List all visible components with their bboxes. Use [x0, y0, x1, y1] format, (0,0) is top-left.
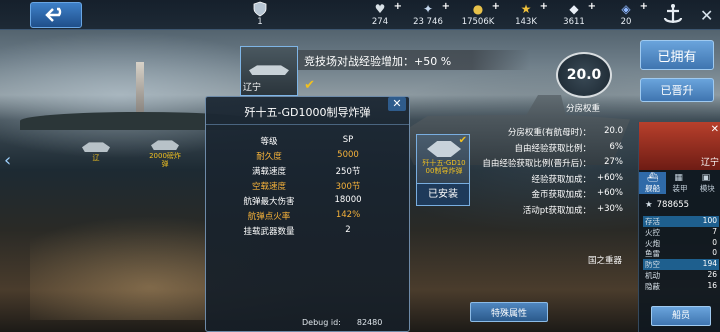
installed-button[interactable]: 已安装 [417, 183, 469, 205]
tab-module[interactable]: ▣ 模块 [694, 172, 720, 194]
sp-value: 20.0 [566, 67, 602, 83]
attribute-list: 存活 100 火控 7 火炮 0 鱼雷 0 防空 194 机动 26 隐蔽 16 [643, 216, 719, 292]
attribute-row: 隐蔽 16 [645, 280, 717, 291]
plus-icon[interactable]: + [640, 1, 648, 12]
checkmark-icon: ✔ [458, 135, 467, 146]
crew-button[interactable]: 船员 [651, 306, 711, 326]
ship-marker[interactable]: 辽 [76, 140, 116, 162]
crystal-icon: ◈ [621, 2, 631, 16]
ship-class-label: 国之重器 [588, 256, 623, 266]
bonus-row: 自由经验获取比例(晋升后)： 27% [482, 157, 623, 169]
combat-rating: ★ 788655 [645, 200, 690, 210]
lighthouse [136, 62, 144, 112]
attribute-row: 火控 7 [645, 226, 717, 237]
stat-row: 航弹点火率 142% [247, 210, 361, 222]
aircraft-icon [427, 141, 461, 157]
diamond-icon: ◆ [569, 2, 579, 16]
stat-row: 挂载武器数量 2 [243, 225, 351, 237]
popup-title: 歼十五-GD1000制导炸弹 [206, 97, 409, 125]
plus-icon[interactable]: + [588, 1, 596, 12]
ship-marker[interactable]: 2000磅炸 弹 [140, 138, 190, 168]
ship-thumbnail[interactable]: ✕ 辽宁 [639, 122, 720, 170]
ship-info-panel: ✕ 辽宁 ⛴ 舰船 ▦ 装甲 ▣ 模块 ★ 788655 存活 100 火控 7 火炮 0 鱼… [638, 122, 720, 332]
stat-row: 满载速度 250节 [251, 167, 361, 177]
star-icon: ★ [520, 2, 532, 16]
ship-name: 辽宁 [700, 158, 719, 168]
weapon-detail-popup: 歼十五-GD1000制导炸弹 ✕ 等级 SP 耐久度 5000 满载速度 250… [205, 96, 410, 332]
sp-label: 分房权重 [566, 104, 601, 114]
back-arrow-icon [45, 7, 62, 22]
star-icon: ★ [645, 200, 653, 210]
exp-bonus-text: 竞技场对战经验增加：+50 % [304, 55, 452, 68]
heart-icon: ♥ [374, 2, 386, 16]
installed-weapon-card[interactable]: ✔ 歼十五-GD10 00制导炸弹 已安装 [416, 134, 470, 206]
owned-button[interactable]: 已拥有 [640, 40, 714, 70]
bonus-row: 自由经验获取比例： 6% [514, 141, 623, 154]
aircraft-icon [151, 140, 179, 150]
attribute-row: 机动 26 [645, 269, 717, 280]
weapon-stats: 等级 SP 耐久度 5000 满载速度 250节 空载速度 300节 航弹最大伤… [206, 135, 411, 240]
back-button[interactable] [30, 2, 82, 28]
arrow-left-icon[interactable]: ‹ [4, 150, 11, 171]
level-badge[interactable]: 1 [230, 1, 290, 27]
attribute-row: 火炮 0 [645, 237, 717, 248]
anchor-menu-icon[interactable] [660, 3, 686, 27]
shield-icon [252, 1, 268, 17]
resource-crystal[interactable]: ◈ 20 + [596, 1, 656, 27]
checkmark-icon: ✔ [304, 78, 315, 93]
panel-tabs: ⛴ 舰船 ▦ 装甲 ▣ 模块 [639, 172, 720, 194]
attribute-row: 防空 194 [643, 259, 719, 270]
ship-icon [249, 65, 289, 75]
promoted-button[interactable]: 已晋升 [640, 78, 714, 102]
gold-coins-icon: ● [472, 2, 484, 16]
tab-armor[interactable]: ▦ 装甲 [666, 172, 693, 194]
ship-icon: ⛴ [647, 173, 659, 183]
resource-diamond[interactable]: ◆ 3611 + [544, 1, 604, 27]
debug-id: Debug id: 82480 [302, 318, 383, 327]
module-icon: ▣ [701, 173, 711, 183]
top-bar: 1 ♥ 274 + ✦ 23 746 + ● 17506K + ★ 143K +… [0, 0, 720, 30]
armor-icon: ▦ [674, 173, 683, 183]
bonus-list: 分房权重(有航母时)： 20.0 自由经验获取比例： 6% 自由经验获取比例(晋升后… [480, 126, 625, 219]
attribute-row: 存活 100 [643, 216, 719, 227]
selected-ship-card[interactable]: 辽宁 ✔ [240, 46, 315, 96]
stat-row: 等级 SP [260, 135, 354, 147]
sp-weight-circle: 20.0 [556, 52, 612, 98]
bonus-row: 经验获取加成： +60% [531, 172, 623, 185]
bonus-row: 分房权重(有航母时)： 20.0 [507, 126, 623, 138]
attribute-row: 鱼雷 0 [645, 248, 717, 259]
stat-row: 耐久度 5000 [256, 150, 359, 162]
tab-ship[interactable]: ⛴ 舰船 [639, 172, 667, 194]
close-icon[interactable]: ✕ [388, 97, 406, 111]
close-icon[interactable]: ✕ [711, 124, 719, 135]
ship-name: 辽宁 [243, 83, 262, 93]
bonus-row: 活动pt获取加成： +30% [522, 203, 623, 216]
stat-row: 航弹最大伤害 18000 [243, 195, 362, 207]
special-attributes-button[interactable]: 特殊属性 [470, 302, 548, 322]
ship-icon [82, 142, 110, 152]
stat-row: 空载速度 300节 [251, 182, 361, 192]
close-icon[interactable]: ✕ [700, 6, 713, 25]
bonus-row: 金币获取加成： +60% [531, 188, 623, 200]
weapon-name: 歼十五-GD10 00制导炸弹 [422, 159, 466, 175]
medal-icon: ✦ [422, 2, 434, 16]
